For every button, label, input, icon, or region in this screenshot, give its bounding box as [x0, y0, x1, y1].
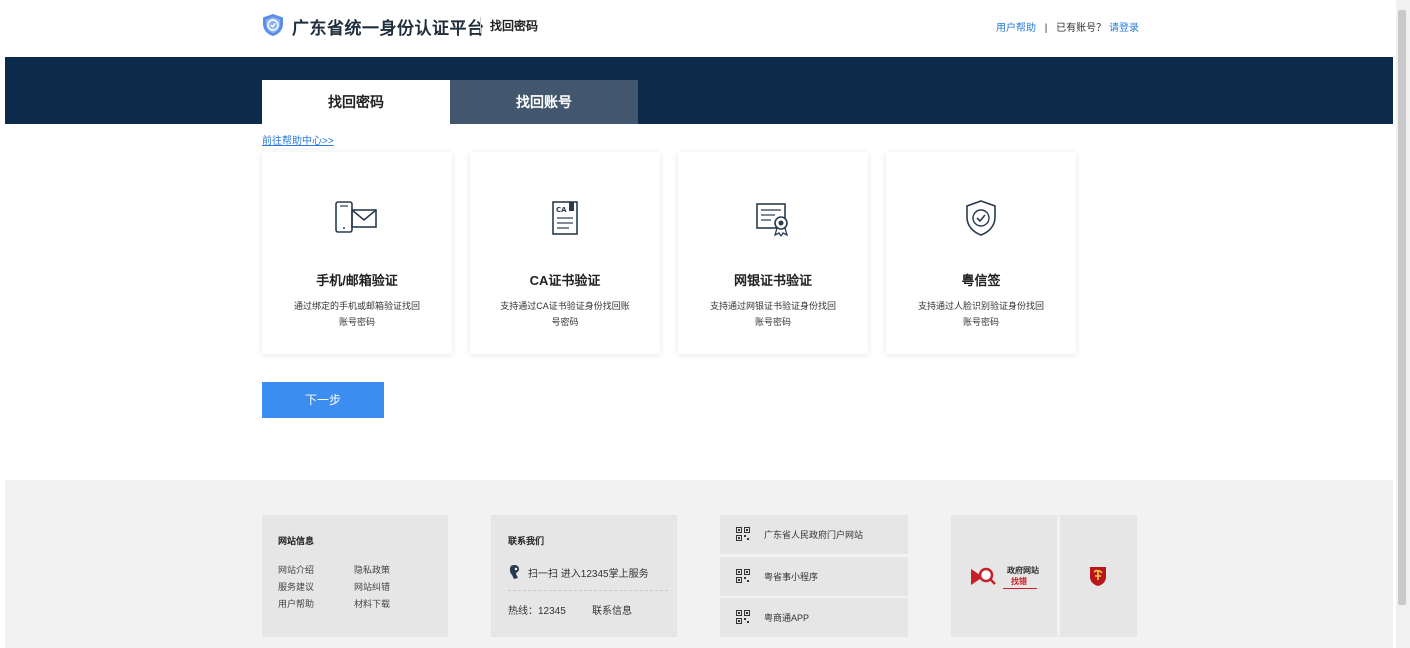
footer-link-about[interactable]: 网站介绍: [278, 563, 314, 576]
title-divider: [480, 17, 481, 33]
qr-code-icon: [736, 610, 750, 624]
gov-badge-line2: 找错: [1011, 577, 1027, 586]
gov-badge-line1: 政府网站: [1007, 566, 1039, 575]
verify-option-bank-certificate[interactable]: 网银证书验证 支持通过网银证书验证身份找回 账号密码: [678, 152, 868, 354]
tab-retrieve-password[interactable]: 找回密码: [262, 80, 450, 124]
verify-option-ca-certificate[interactable]: CA CA证书验证 支持通过CA证书验证身份找回账 号密码: [470, 152, 660, 354]
site-title: 广东省统一身份认证平台: [292, 19, 485, 38]
card-description: 通过绑定的手机或邮箱验证找回 账号密码: [284, 298, 430, 330]
party-emblem-icon: [1090, 567, 1106, 586]
qr-link-yueshengshi[interactable]: 粤省事小程序: [720, 557, 908, 596]
card-description-line: 支持通过人脸识别验证身份找回: [917, 301, 1044, 311]
party-emblem-box[interactable]: [1060, 515, 1137, 637]
bank-certificate-icon: [756, 203, 789, 237]
shield-check-icon: [966, 200, 996, 236]
dark-banner: [5, 57, 1393, 124]
qr-code-icon: [736, 527, 750, 541]
login-link[interactable]: 请登录: [1109, 23, 1139, 34]
tab-retrieve-account[interactable]: 找回账号: [450, 80, 638, 124]
footer-link-error-report[interactable]: 网站纠错: [354, 580, 390, 593]
gov-site-error-badge[interactable]: 政府网站 找错: [951, 515, 1057, 637]
card-description: 支持通过网银证书验证身份找回 账号密码: [700, 298, 846, 330]
scan-row[interactable]: 扫一扫 进入12345掌上服务: [508, 564, 649, 580]
service-mascot-icon: [509, 565, 519, 579]
verify-option-phone-email[interactable]: 手机/邮箱验证 通过绑定的手机或邮箱验证找回 账号密码: [262, 152, 452, 354]
phone-mail-icon: [335, 201, 377, 233]
card-title: 粤信签: [961, 273, 1001, 288]
card-description-line: 账号密码: [962, 317, 999, 327]
next-step-button[interactable]: 下一步: [262, 382, 384, 418]
contact-info-link[interactable]: 联系信息: [592, 602, 632, 617]
qr-code-icon: [736, 569, 750, 583]
verify-option-yuexinqian[interactable]: 粤信签 支持通过人脸识别验证身份找回 账号密码: [886, 152, 1076, 354]
footer-link-suggestion[interactable]: 服务建议: [278, 580, 314, 593]
card-description-line: 通过绑定的手机或邮箱验证找回: [293, 301, 420, 311]
card-title: 手机/邮箱验证: [316, 273, 398, 288]
top-right-links: 用户帮助 | 已有账号？ 请登录: [996, 19, 1139, 34]
card-description: 支持通过CA证书验证身份找回账 号密码: [492, 298, 638, 330]
footer-link-downloads[interactable]: 材料下载: [354, 597, 390, 610]
gov-badge-underline: [1003, 588, 1037, 589]
card-description-line: 账号密码: [754, 317, 791, 327]
qr-link-yueshangtong[interactable]: 粤商通APP: [720, 598, 908, 637]
card-description-line: 支持通过CA证书验证身份找回账: [500, 301, 630, 311]
footer-link-user-help[interactable]: 用户帮助: [278, 597, 314, 610]
qr-link-gov-portal[interactable]: 广东省人民政府门户网站: [720, 515, 908, 554]
contact-divider: [508, 590, 668, 591]
footer-link-privacy[interactable]: 隐私政策: [354, 563, 390, 576]
card-title: 网银证书验证: [733, 273, 812, 288]
svg-text:CA: CA: [556, 206, 567, 214]
qr-link-label: 粤省事小程序: [764, 572, 819, 582]
hotline-text: 热线：12345: [508, 606, 566, 617]
card-description: 支持通过人脸识别验证身份找回 账号密码: [908, 298, 1054, 330]
qr-link-label: 粤商通APP: [764, 613, 810, 623]
page-name: 找回密码: [490, 19, 539, 33]
contact-title: 联系我们: [508, 536, 545, 546]
shield-logo-icon: [263, 14, 283, 36]
top-header: 广东省统一身份认证平台 找回密码 用户帮助 | 已有账号？ 请登录: [0, 0, 1396, 56]
card-title: CA证书验证: [529, 273, 601, 288]
has-account-text: 已有账号？: [1056, 23, 1107, 34]
footer: [5, 480, 1393, 648]
link-separator: |: [1044, 23, 1048, 34]
user-help-link[interactable]: 用户帮助: [996, 23, 1036, 34]
site-info-title: 网站信息: [278, 536, 315, 546]
card-description-line: 账号密码: [338, 317, 375, 327]
qr-link-label: 广东省人民政府门户网站: [764, 530, 864, 540]
card-description-line: 号密码: [551, 317, 579, 327]
scrollbar-thumb[interactable]: [1398, 10, 1406, 605]
help-center-link[interactable]: 前往帮助中心>>: [262, 132, 334, 147]
magnifier-badge-icon: [971, 567, 996, 585]
scan-text: 扫一扫 进入12345掌上服务: [528, 569, 649, 580]
card-description-line: 支持通过网银证书验证身份找回: [709, 301, 836, 311]
ca-certificate-icon: CA: [552, 201, 578, 235]
